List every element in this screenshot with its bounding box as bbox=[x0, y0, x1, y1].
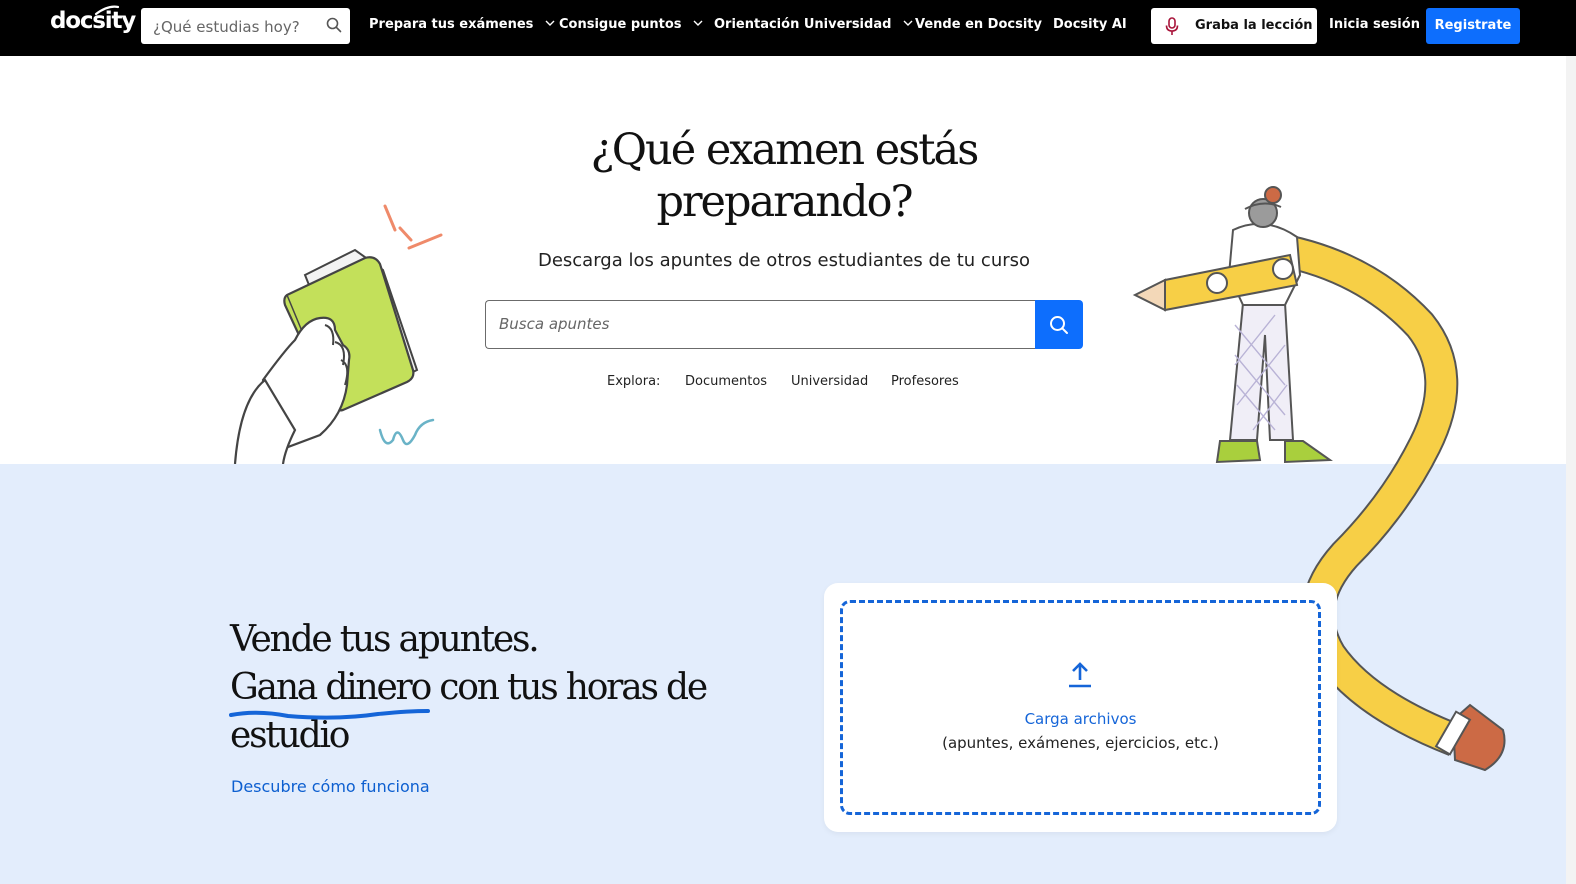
upload-hint: (apuntes, exámenes, ejercicios, etc.) bbox=[942, 734, 1219, 752]
explore-link-profesores[interactable]: Profesores bbox=[891, 374, 959, 389]
login-link[interactable]: Inicia sesión bbox=[1329, 17, 1420, 32]
search-icon[interactable] bbox=[326, 17, 342, 33]
record-lesson-label: Graba la lección bbox=[1195, 18, 1313, 33]
highlight-underline bbox=[229, 709, 430, 720]
nav-search-input[interactable]: ¿Qué estudias hoy? bbox=[141, 8, 350, 44]
upload-card[interactable]: Carga archivos (apuntes, exámenes, ejerc… bbox=[824, 583, 1337, 832]
upload-icon bbox=[1069, 662, 1091, 688]
chevron-down-icon bbox=[545, 20, 555, 26]
hand-book-illustration bbox=[233, 204, 443, 464]
explore-label: Explora: bbox=[607, 374, 661, 389]
nav-item-consigue-puntos[interactable]: Consigue puntos bbox=[559, 17, 703, 32]
hero-subtitle: Descarga los apuntes de otros estudiante… bbox=[537, 250, 1031, 271]
record-lesson-button[interactable]: Graba la lección bbox=[1151, 8, 1317, 44]
nav-item-label: Vende en Docsity bbox=[915, 17, 1042, 32]
logo-swoosh-icon bbox=[94, 5, 120, 16]
sell-heading: Vende tus apuntes. Gana dinero con tus h… bbox=[230, 616, 790, 760]
hero-search-input[interactable]: Busca apuntes bbox=[485, 300, 1036, 349]
explore-link-documentos[interactable]: Documentos bbox=[685, 374, 767, 389]
chevron-down-icon bbox=[903, 20, 913, 26]
hero-title-line2: preparando? bbox=[656, 177, 913, 227]
upload-label[interactable]: Carga archivos bbox=[824, 710, 1337, 728]
how-it-works-link[interactable]: Descubre cómo funciona bbox=[231, 777, 430, 796]
chevron-down-icon bbox=[693, 20, 703, 26]
sell-heading-line2-rest: con tus horas de bbox=[430, 667, 708, 708]
microphone-icon bbox=[1165, 17, 1179, 35]
nav-item-label: Docsity AI bbox=[1053, 17, 1127, 32]
nav-search-placeholder: ¿Qué estudias hoy? bbox=[153, 18, 300, 36]
sell-heading-line1: Vende tus apuntes. bbox=[230, 619, 540, 660]
search-icon bbox=[1050, 316, 1068, 334]
nav-item-docsity-ai[interactable]: Docsity AI bbox=[1053, 17, 1127, 32]
upload-dropzone[interactable] bbox=[840, 600, 1321, 815]
hero-title: ¿Qué examen estás preparando? bbox=[484, 124, 1084, 228]
top-navbar: docsity ¿Qué estudias hoy? Prepara tus e… bbox=[0, 0, 1576, 56]
nav-item-prepara[interactable]: Prepara tus exámenes bbox=[369, 17, 555, 32]
hero-title-line1: ¿Qué examen estás bbox=[590, 125, 980, 175]
scrollbar-track[interactable] bbox=[1566, 56, 1576, 884]
hero-search-button[interactable] bbox=[1035, 300, 1083, 349]
hero-search-placeholder: Busca apuntes bbox=[499, 315, 610, 333]
nav-item-vende[interactable]: Vende en Docsity bbox=[915, 17, 1042, 32]
nav-item-label: Consigue puntos bbox=[559, 17, 682, 32]
explore-link-universidad[interactable]: Universidad bbox=[791, 374, 868, 389]
register-button[interactable]: Registrate bbox=[1426, 8, 1520, 44]
nav-item-label: Orientación Universidad bbox=[714, 17, 892, 32]
nav-item-label: Prepara tus exámenes bbox=[369, 17, 534, 32]
nav-item-orientacion[interactable]: Orientación Universidad bbox=[714, 17, 913, 32]
